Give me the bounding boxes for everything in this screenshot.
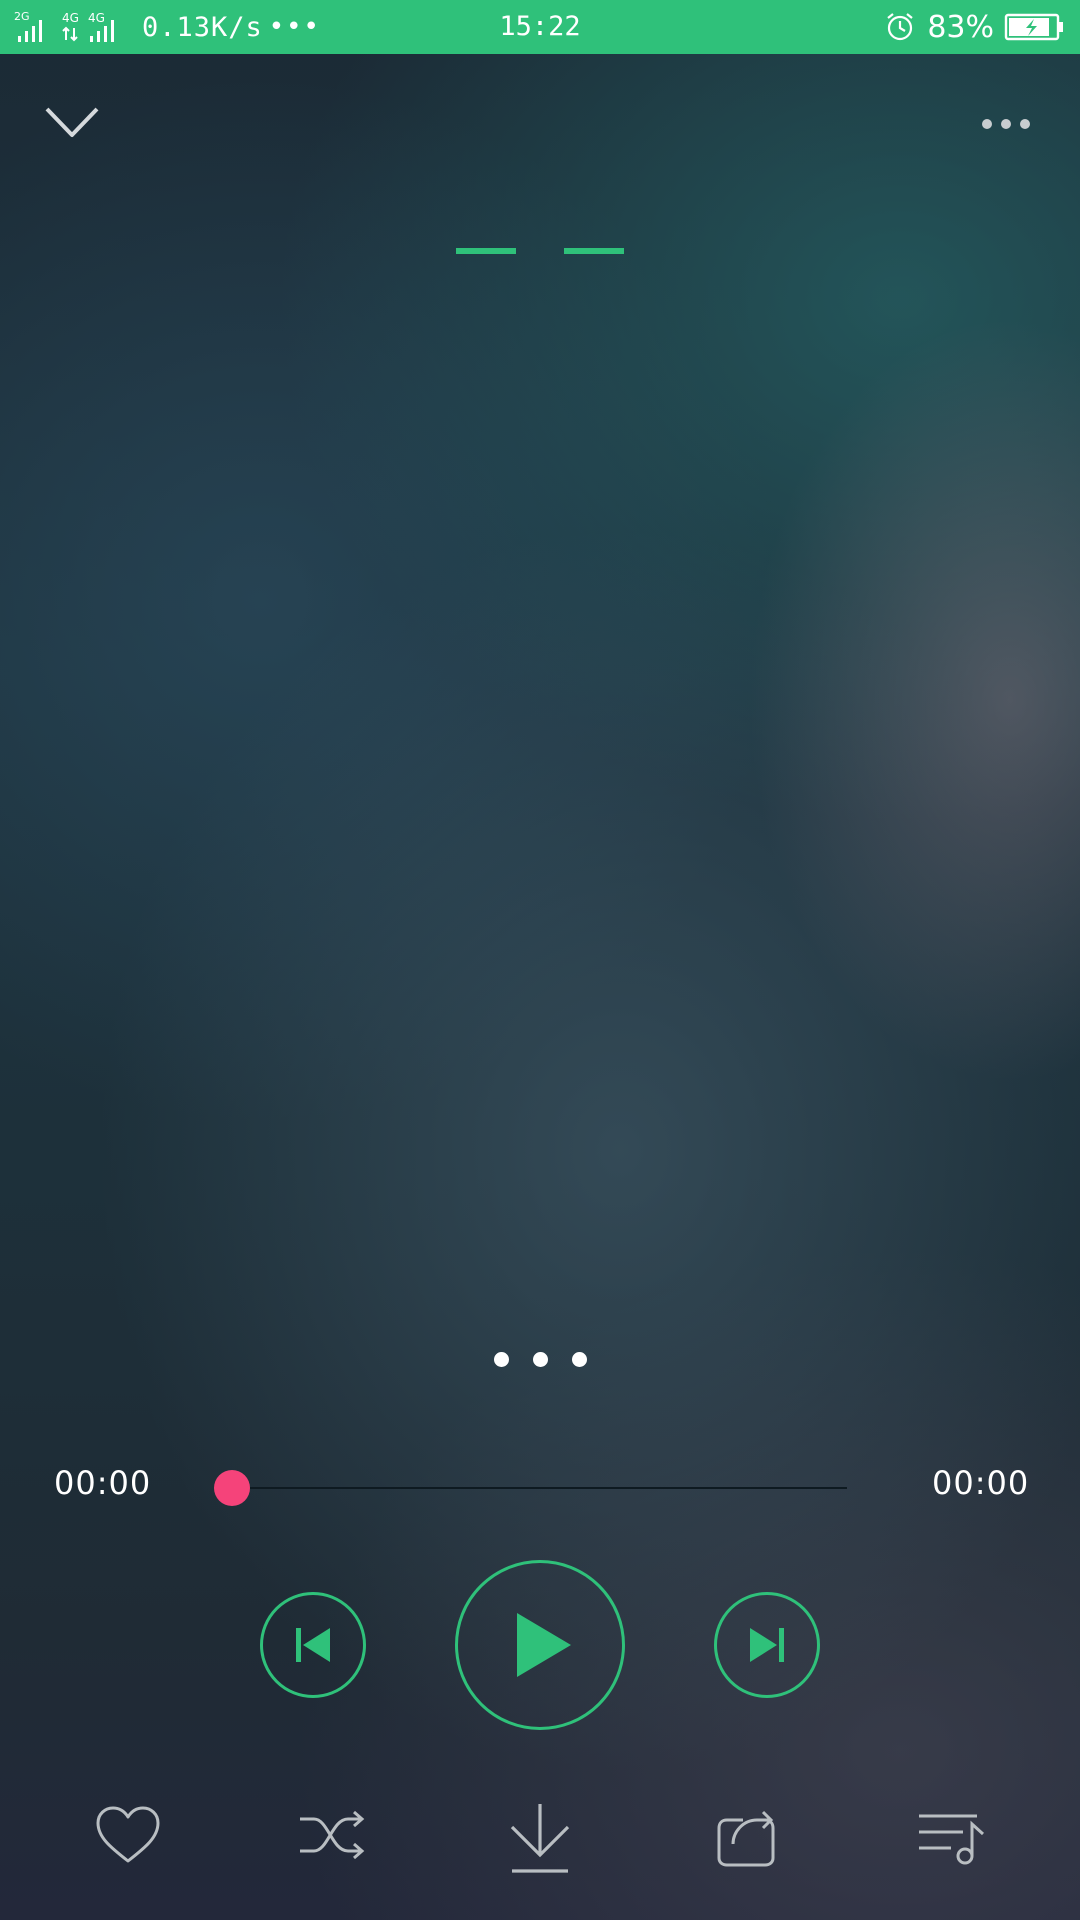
next-track-button[interactable] <box>714 1592 820 1698</box>
alarm-clock-icon <box>887 13 913 41</box>
page-tabs <box>0 248 1080 256</box>
more-options-button[interactable] <box>976 104 1036 144</box>
page-indicator <box>0 1352 1080 1372</box>
battery-charging-icon <box>1004 13 1063 41</box>
playlist-icon <box>919 1814 985 1865</box>
play-button[interactable] <box>455 1560 625 1730</box>
chevron-down-icon <box>45 107 99 137</box>
previous-track-button[interactable] <box>260 1592 366 1698</box>
collapse-button[interactable] <box>36 96 108 148</box>
more-dots-icon <box>982 119 1030 129</box>
total-time: 00:00 <box>932 1464 1030 1502</box>
battery-percent: 83% <box>927 9 994 45</box>
status-bar: 2G 4G 4G 0.13K/s ••• 15:22 83% <box>0 0 1080 54</box>
page-dot[interactable] <box>571 1352 587 1367</box>
progress-track[interactable] <box>232 1487 847 1489</box>
tab-indicator-left[interactable] <box>456 248 516 254</box>
elapsed-time: 00:00 <box>54 1464 152 1502</box>
skip-previous-icon <box>296 1628 330 1662</box>
page-dot[interactable] <box>493 1352 509 1367</box>
tab-indicator-right[interactable] <box>564 248 624 254</box>
skip-next-icon <box>750 1628 784 1662</box>
shuffle-button[interactable] <box>292 1800 372 1870</box>
download-button[interactable] <box>500 1800 580 1876</box>
repeat-icon <box>717 1810 775 1867</box>
playlist-button[interactable] <box>912 1800 992 1872</box>
shuffle-icon <box>300 1810 365 1860</box>
status-bar-right: 83% <box>883 0 1066 54</box>
heart-icon <box>96 1806 160 1863</box>
progress-thumb[interactable] <box>214 1470 250 1506</box>
repeat-mode-button[interactable] <box>706 1800 786 1872</box>
favorite-button[interactable] <box>88 1800 168 1870</box>
play-icon <box>517 1613 571 1677</box>
page-dot[interactable] <box>532 1352 548 1367</box>
download-icon <box>510 1804 570 1873</box>
